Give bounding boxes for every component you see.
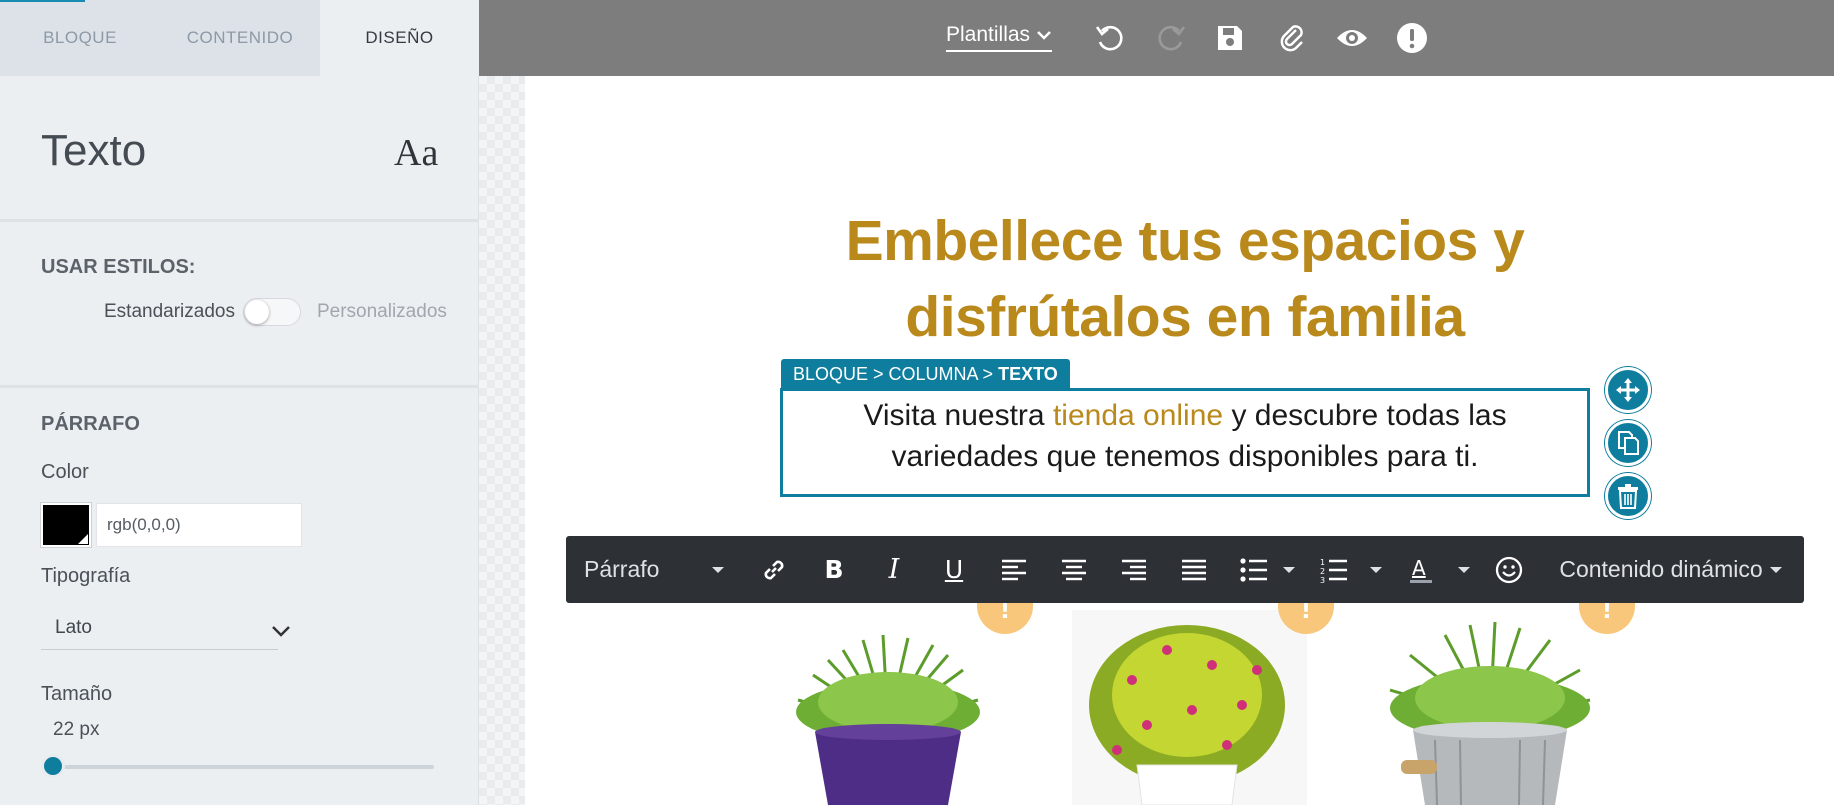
panel-tabs: BLOQUE CONTENIDO DISEÑO [0,0,479,76]
headline-line-2: disfrútalos en familia [905,285,1465,349]
plant-image-1 [783,630,993,805]
redo-icon[interactable] [1151,18,1191,58]
bold-icon[interactable]: B [811,536,857,603]
typography-icon: Aa [394,132,439,174]
headline[interactable]: Embellece tus espacios y disfrútalos en … [775,203,1595,355]
tab-diseno[interactable]: DISEÑO [320,0,479,76]
chevron-down-icon [272,626,290,637]
canvas-margin [479,76,525,805]
tab-bloque[interactable]: BLOQUE [0,0,160,76]
numbered-list-icon[interactable]: 123 [1311,536,1357,603]
toggle-option-standard: Estandarizados [104,301,235,322]
text-line-2: variedades que tenemos disponibles para … [891,440,1479,473]
divider [0,385,479,388]
preview-icon[interactable] [1332,18,1372,58]
plant-image-3 [1375,620,1605,805]
tab-contenido[interactable]: CONTENIDO [160,0,320,76]
tipografia-select[interactable]: Lato [41,612,290,650]
tipografia-value: Lato [55,617,92,638]
style-toggle-row: Estandarizados Personalizados [104,298,447,326]
breadcrumb-current: TEXTO [998,364,1058,384]
caret-down-icon[interactable] [1279,536,1299,603]
alert-icon[interactable] [1392,18,1432,58]
breadcrumb-path: BLOQUE > COLUMNA > [793,364,999,384]
align-justify-icon[interactable] [1171,536,1217,603]
dynamic-content-label: Contenido dinámico [1559,556,1763,582]
color-value-field[interactable]: rgb(0,0,0) [96,503,302,547]
caret-down-icon[interactable] [1366,536,1386,603]
top-toolbar: Plantillas [479,0,1834,76]
size-slider[interactable] [41,754,434,778]
duplicate-button[interactable] [1605,420,1651,466]
link-icon[interactable] [751,536,797,603]
plantillas-dropdown[interactable]: Plantillas [946,23,1053,52]
dynamic-content-dropdown[interactable]: Contenido dinámico [1556,536,1786,603]
tipografia-label: Tipografía [41,565,131,587]
section-title: Texto [41,126,147,175]
style-toggle[interactable] [242,298,301,326]
tamano-value: 22 px [53,719,100,740]
color-swatch[interactable] [40,502,92,548]
align-left-icon[interactable] [991,536,1037,603]
text-span: y descubre todas las [1223,399,1507,432]
usar-estilos-label: USAR ESTILOS: [41,256,196,278]
save-icon[interactable] [1210,18,1250,58]
paragraph-format-label: Párrafo [584,556,660,582]
bullet-list-icon[interactable] [1231,536,1277,603]
caret-down-icon [1769,566,1782,573]
trash-icon [1618,484,1638,509]
svg-text:3: 3 [1320,576,1325,583]
italic-icon[interactable]: I [871,536,917,603]
caret-down-icon[interactable] [708,536,728,603]
text-editor-toolbar: Párrafo B I U 123 A Contenido dinámico [566,536,1804,603]
align-center-icon[interactable] [1051,536,1097,603]
parrafo-label: PÁRRAFO [41,413,140,435]
slider-handle[interactable] [41,754,65,778]
text-line-1: Visita nuestra tienda online y descubre … [783,395,1587,436]
text-color-icon[interactable]: A [1398,536,1444,603]
underline-icon[interactable]: U [931,536,977,603]
divider [0,219,479,222]
selected-text-block[interactable]: Visita nuestra tienda online y descubre … [780,388,1590,497]
svg-text:1: 1 [1320,558,1325,567]
svg-text:2: 2 [1320,567,1325,576]
move-button[interactable] [1605,367,1651,413]
text-span: Visita nuestra [863,399,1053,432]
chevron-down-icon [1037,31,1051,40]
move-icon [1616,378,1640,402]
tab-progress-bar [0,0,85,2]
toggle-option-custom: Personalizados [316,301,447,322]
align-right-icon[interactable] [1111,536,1157,603]
emoji-icon[interactable] [1486,536,1532,603]
caret-down-icon[interactable] [1454,536,1474,603]
headline-line-1: Embellece tus espacios y [845,209,1525,273]
delete-button[interactable] [1605,473,1651,519]
attach-icon[interactable] [1272,18,1312,58]
plant-image-2 [1072,610,1307,805]
paragraph-format-dropdown[interactable]: Párrafo [584,536,659,603]
toggle-knob [244,300,269,324]
undo-icon[interactable] [1090,18,1130,58]
design-panel: BLOQUE CONTENIDO DISEÑO Texto Aa USAR ES… [0,0,479,805]
store-link[interactable]: tienda online [1053,399,1223,432]
svg-text:A: A [1412,556,1426,580]
duplicate-icon [1618,431,1639,455]
tamano-label: Tamaño [41,683,113,705]
color-label: Color [41,461,89,483]
plantillas-label: Plantillas [946,23,1031,46]
block-breadcrumb: BLOQUE > COLUMNA > TEXTO [781,359,1070,389]
